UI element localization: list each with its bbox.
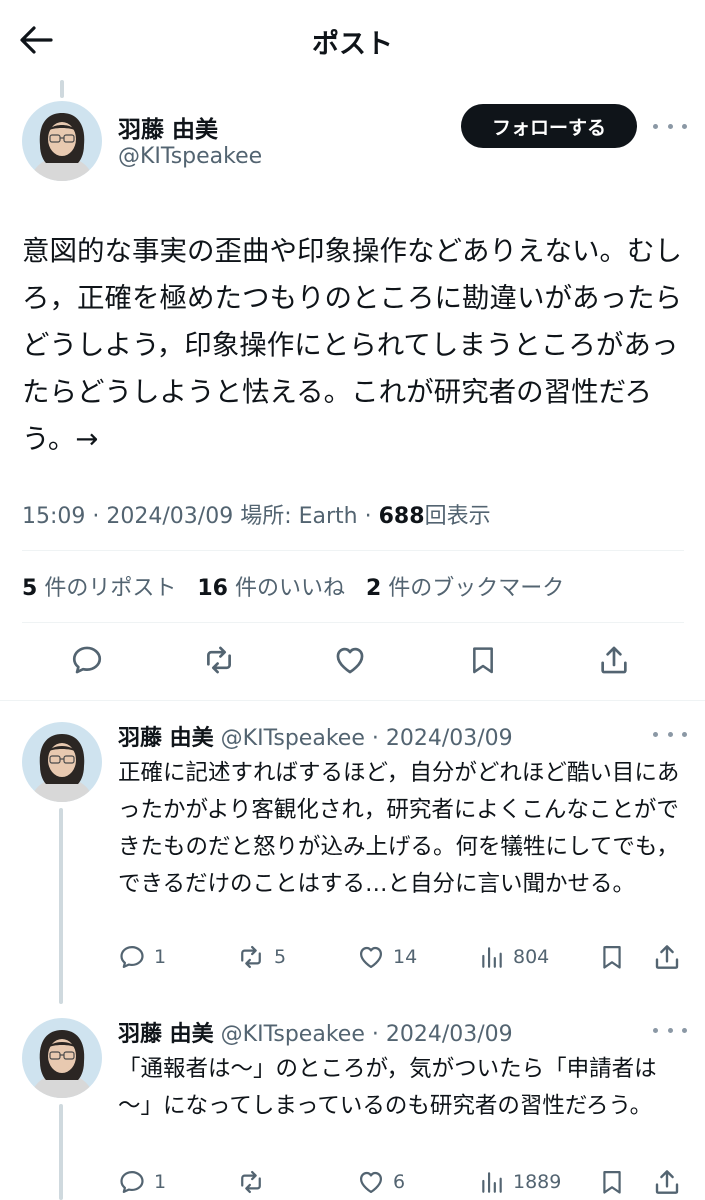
- reply-author-handle[interactable]: @KITspeakee: [221, 1022, 365, 1047]
- like-button[interactable]: 6: [357, 1166, 405, 1198]
- post-location: 場所: Earth: [240, 504, 358, 529]
- reply-author-handle[interactable]: @KITspeakee: [221, 726, 365, 751]
- views-button[interactable]: 804: [479, 941, 549, 973]
- divider: [22, 550, 684, 551]
- follow-button[interactable]: フォローする: [461, 104, 637, 148]
- views-icon: [482, 1172, 502, 1193]
- reply-button[interactable]: [67, 640, 107, 680]
- repost-stat[interactable]: 5 件のリポスト: [22, 576, 176, 601]
- repost-icon: [241, 1170, 261, 1194]
- share-button[interactable]: [594, 640, 634, 680]
- reply-button[interactable]: 1: [118, 941, 166, 973]
- heart-icon: [336, 647, 364, 674]
- share-icon: [655, 1170, 679, 1194]
- like-button[interactable]: 14: [357, 941, 417, 973]
- post-action-bar: [0, 640, 705, 684]
- view-count-label: 回表示: [424, 504, 491, 529]
- reply-author-name[interactable]: 羽藤 由美: [118, 1022, 214, 1047]
- like-count: 16: [197, 576, 228, 601]
- reply-author-name[interactable]: 羽藤 由美: [118, 726, 214, 751]
- reply-date[interactable]: 2024/03/09: [386, 1022, 513, 1047]
- more-icon[interactable]: [653, 1020, 687, 1040]
- like-stat[interactable]: 16 件のいいね: [197, 576, 345, 601]
- heart-icon: [359, 1171, 383, 1194]
- repost-stat-label: 件のリポスト: [44, 576, 177, 601]
- reply-date[interactable]: 2024/03/09: [386, 726, 513, 751]
- meta-separator: ·: [371, 1022, 379, 1047]
- bookmark-stat[interactable]: 2 件のブックマーク: [366, 576, 564, 601]
- share-button[interactable]: [652, 1166, 682, 1198]
- author-handle[interactable]: @KITspeakee: [118, 144, 262, 169]
- reply-header: 羽藤 由美 @KITspeakee · 2024/03/09: [118, 1016, 513, 1048]
- reply-icon: [120, 1170, 144, 1194]
- section-separator: [0, 700, 705, 701]
- repost-button[interactable]: [199, 640, 239, 680]
- reply-icon: [120, 945, 144, 969]
- reply-text: 「通報者は～」のところが，気がついたら「申請者は～」になってしまっているのも研究…: [118, 1056, 657, 1119]
- more-icon[interactable]: [653, 116, 687, 136]
- meta-separator: ·: [371, 726, 379, 751]
- avatar-image: [22, 1018, 102, 1098]
- avatar[interactable]: [22, 1018, 102, 1098]
- repost-button[interactable]: 5: [236, 941, 286, 973]
- share-icon: [601, 646, 627, 674]
- bookmark-icon: [473, 647, 493, 674]
- page-title: ポスト: [312, 29, 393, 60]
- repost-count: 5: [274, 946, 287, 968]
- more-icon[interactable]: [653, 724, 687, 744]
- post-text: 意図的な事実の歪曲や印象操作などありえない。むしろ，正確を極めたつもりのところに…: [22, 235, 682, 455]
- like-button[interactable]: [330, 640, 370, 680]
- bookmark-icon: [603, 945, 621, 969]
- reply-icon: [72, 646, 102, 674]
- views-button[interactable]: 1889: [479, 1166, 561, 1198]
- avatar-image: [22, 722, 102, 802]
- repost-icon: [241, 945, 261, 969]
- repost-button[interactable]: [236, 1166, 274, 1198]
- bookmark-stat-label: 件のブックマーク: [388, 576, 565, 601]
- heart-icon: [359, 946, 383, 969]
- like-stat-label: 件のいいね: [234, 576, 345, 601]
- bookmark-count: 2: [365, 576, 382, 601]
- view-count: 804: [513, 946, 550, 968]
- author-name[interactable]: 羽藤 由美: [118, 110, 218, 144]
- avatar[interactable]: [22, 722, 102, 802]
- bookmark-button[interactable]: [463, 640, 503, 680]
- post-stats: 5 件のリポスト 16 件のいいね 2 件のブックマーク: [22, 570, 564, 602]
- like-count: 6: [393, 1171, 406, 1193]
- post-date[interactable]: 2024/03/09: [106, 504, 233, 529]
- post-time[interactable]: 15:09: [22, 504, 85, 529]
- share-button[interactable]: [652, 941, 682, 973]
- like-count: 14: [393, 946, 418, 968]
- post-meta: 15:09 · 2024/03/09 場所: Earth · 688回表示: [22, 498, 491, 530]
- view-count: 688: [378, 504, 425, 529]
- reply-count: 1: [154, 946, 167, 968]
- reply-count: 1: [154, 1171, 167, 1193]
- meta-separator: ·: [92, 504, 100, 529]
- view-count: 1889: [513, 1171, 562, 1193]
- divider: [22, 622, 684, 623]
- reply-header: 羽藤 由美 @KITspeakee · 2024/03/09: [118, 720, 513, 752]
- views-icon: [482, 947, 502, 968]
- reply-text: 正確に記述すればするほど，自分がどれほど酷い目にあったかがより客観化され，研究者…: [118, 760, 680, 897]
- avatar-image: [22, 101, 102, 181]
- bookmark-icon: [603, 1170, 621, 1194]
- share-icon: [655, 945, 679, 969]
- thread-line: [59, 808, 63, 1004]
- bookmark-button[interactable]: [598, 1166, 626, 1198]
- thread-line: [59, 1104, 63, 1200]
- thread-line: [60, 80, 64, 98]
- repost-count: 5: [22, 576, 38, 601]
- reply-button[interactable]: 1: [118, 1166, 166, 1198]
- repost-icon: [207, 646, 231, 674]
- bookmark-button[interactable]: [598, 941, 626, 973]
- top-bar: ポスト: [0, 0, 705, 80]
- avatar[interactable]: [22, 101, 102, 181]
- meta-separator: ·: [364, 504, 372, 529]
